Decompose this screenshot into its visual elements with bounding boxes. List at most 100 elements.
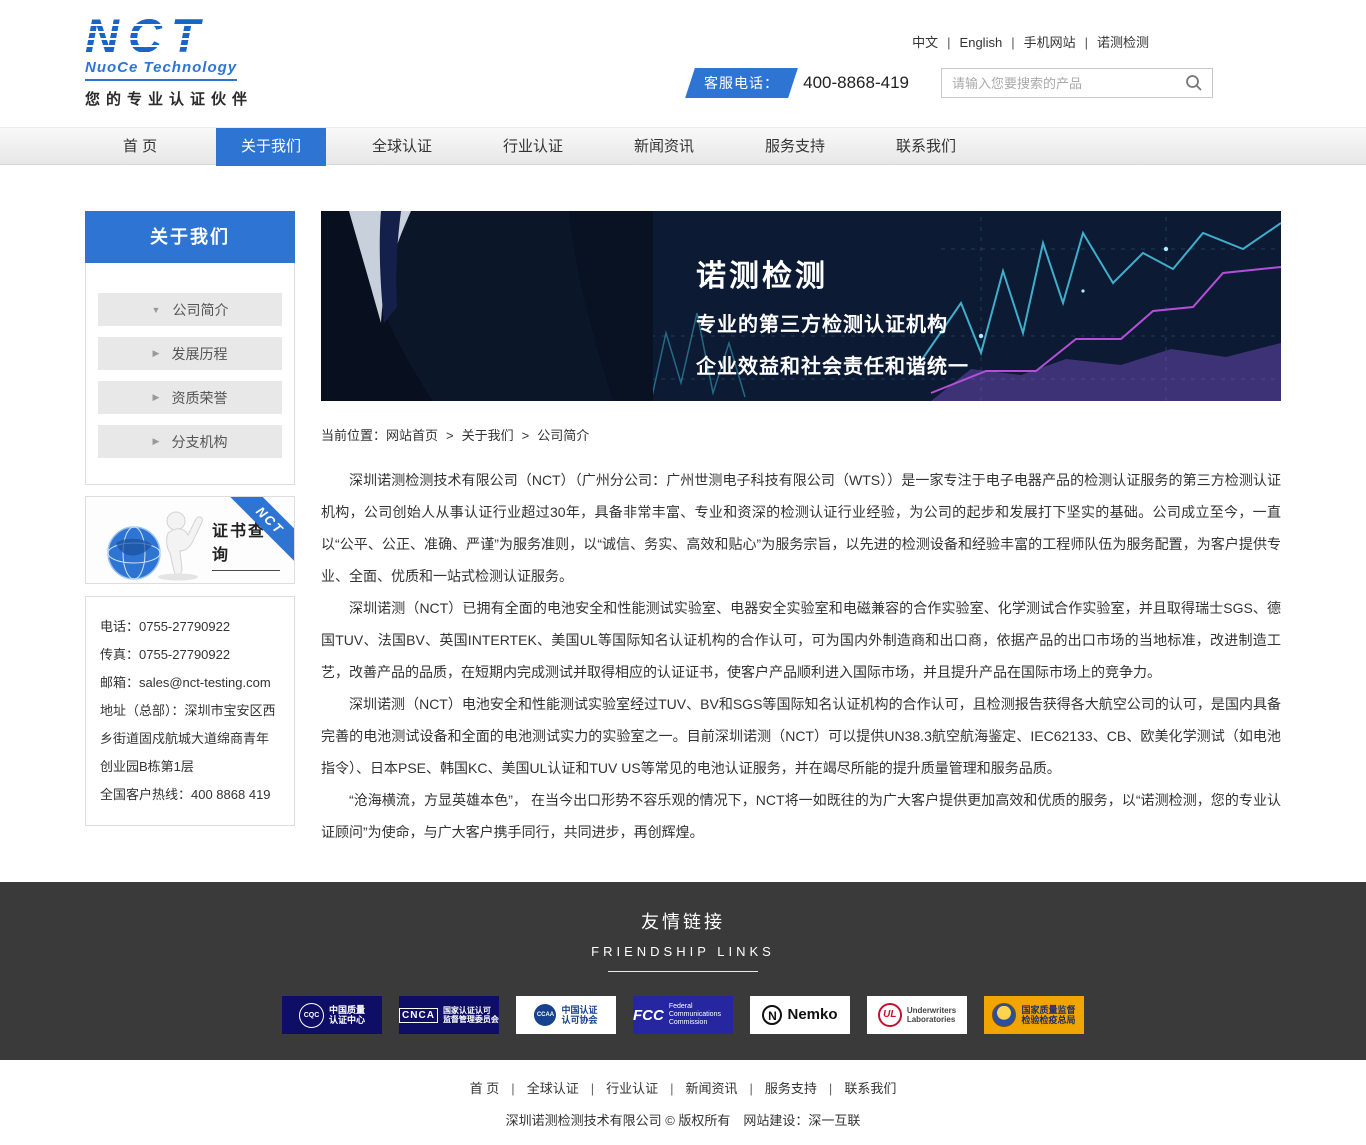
nav-item-global-certification[interactable]: 全球认证 <box>347 128 457 166</box>
logo-line: 中国质量 <box>329 1005 365 1015</box>
friendship-links-section: 友情链接 FRIENDSHIP LINKS CQC 中国质量认证中心 CNCA 国家认… <box>0 882 1366 1060</box>
logo-title: NCT <box>85 12 209 59</box>
sidebar-title: 关于我们 <box>85 211 295 263</box>
fcc-emblem-icon: FCC <box>633 1007 664 1024</box>
footer-link-news[interactable]: 新闻资讯 <box>686 1081 738 1096</box>
separator: | <box>511 1081 514 1096</box>
footer-link-contact-us[interactable]: 联系我们 <box>844 1081 896 1096</box>
logo-line: 国家质量监督 <box>1021 1005 1075 1015</box>
footer-logo-text: UnderwritersLaboratories <box>907 1006 956 1024</box>
footer-link-industry-certification[interactable]: 行业认证 <box>606 1081 658 1096</box>
sidebar-menu: ▼公司简介 ▶ 发展历程 ▶资质荣誉 ▶分支机构 <box>85 263 295 485</box>
article-body: 深圳诺测检测技术有限公司（NCT）（广州分公司：广州世测电子科技有限公司（WTS… <box>321 464 1281 848</box>
cqc-emblem-icon: CQC <box>299 1003 324 1028</box>
cnca-emblem-icon: CNCA <box>399 1008 438 1023</box>
separator: | <box>829 1081 832 1096</box>
certificate-query-box[interactable]: NCT 证书查询 <box>85 496 295 584</box>
breadcrumb-home[interactable]: 网站首页 <box>386 428 438 443</box>
logo-line: Underwriters <box>907 1006 956 1015</box>
article-paragraph: 深圳诺测（NCT）电池安全和性能测试实验室经过TUV、BV和SGS等国际知名认证… <box>321 688 1281 784</box>
friendship-subtitle: FRIENDSHIP LINKS <box>0 944 1366 959</box>
search-input[interactable] <box>942 76 1176 91</box>
breadcrumb-company-profile[interactable]: 公司简介 <box>537 428 589 443</box>
nav-item-home[interactable]: 首 页 <box>85 128 195 166</box>
logo-line: Nemko <box>787 1006 837 1023</box>
search-box <box>941 68 1213 98</box>
contact-info: 电话：0755-27790922传真：0755-27790922邮箱：sales… <box>85 596 295 826</box>
arrow-down-icon: ▼ <box>152 305 161 315</box>
logo-line: 认证中心 <box>329 1015 365 1025</box>
banner-subtitle-1: 专业的第三方检测认证机构 <box>696 308 969 337</box>
sidebar-item-label: 分支机构 <box>171 432 227 452</box>
sidebar-item-label: 发展历程 <box>171 344 227 364</box>
footer-logo-ccaa[interactable]: CCAA中国认证认可协会 <box>516 996 616 1034</box>
logo-line: 认可协会 <box>561 1015 597 1025</box>
footer-logo-text: Nemko <box>787 1006 837 1023</box>
main-content: 诺测检测 专业的第三方检测认证机构 企业效益和社会责任和谐统一 当前位置：网站首… <box>321 211 1281 848</box>
logo-line: 国家认证认可 <box>443 1006 499 1015</box>
search-icon <box>1185 74 1203 92</box>
footer-logo-cqc[interactable]: CQC 中国质量认证中心 <box>282 996 382 1034</box>
footer-logo-ul[interactable]: ULUnderwritersLaboratories <box>867 996 967 1034</box>
contact-line: 传真：0755-27790922 <box>100 641 280 669</box>
separator: | <box>591 1081 594 1096</box>
footer-link-service-support[interactable]: 服务支持 <box>765 1081 817 1096</box>
logo-line: 中国认证 <box>561 1005 597 1015</box>
footer-logo-text: FederalCommunications Commission <box>669 1003 733 1027</box>
about-banner: 诺测检测 专业的第三方检测认证机构 企业效益和社会责任和谐统一 <box>321 211 1281 401</box>
breadcrumb: 当前位置：网站首页>关于我们>公司简介 <box>321 425 1281 444</box>
top-link-english[interactable]: English <box>960 35 1003 50</box>
sidebar: 关于我们 ▼公司简介 ▶ 发展历程 ▶资质荣誉 ▶分支机构 NCT 证书查询 电话：07… <box>85 211 295 826</box>
sidebar-item-history[interactable]: ▶ 发展历程 <box>98 337 282 370</box>
nav-item-news[interactable]: 新闻资讯 <box>609 128 719 166</box>
logo-subtitle: NuoCe Technology <box>85 59 237 81</box>
footer-logo-aqsiq[interactable]: 国家质量监督检验检疫总局 <box>984 996 1084 1034</box>
logo-line: Communications Commission <box>669 1011 733 1027</box>
footer-bottom: 首 页 | 全球认证 | 行业认证 | 新闻资讯 | 服务支持 | 联系我们 深圳诺测检测技术有限公… <box>0 1060 1366 1145</box>
sidebar-item-honors[interactable]: ▶资质荣誉 <box>98 381 282 414</box>
top-link-chinese[interactable]: 中文 <box>912 35 938 50</box>
separator: | <box>750 1081 753 1096</box>
top-link-nct-testing[interactable]: 诺测检测 <box>1097 35 1149 50</box>
contact-line: 地址（总部）：深圳市宝安区西乡街道固戍航城大道绵商青年创业园B栋第1层 <box>100 697 280 781</box>
footer-logo-cnca[interactable]: CNCA 国家认证认可监督管理委员会 <box>399 996 499 1034</box>
footer-logo-fcc[interactable]: FCC FederalCommunications Commission <box>633 996 733 1034</box>
logo-line: Laboratories <box>907 1015 956 1024</box>
globe-figure-icon <box>92 507 210 581</box>
footer-link-home[interactable]: 首 页 <box>470 1081 500 1096</box>
footer-logo-text: 国家认证认可监督管理委员会 <box>443 1006 499 1024</box>
search-button[interactable] <box>1176 69 1212 97</box>
sidebar-item-branches[interactable]: ▶分支机构 <box>98 425 282 458</box>
footer-link-global-certification[interactable]: 全球认证 <box>527 1081 579 1096</box>
company-logo[interactable]: NCT NuoCe Technology 您的专业认证伙伴 <box>85 12 253 109</box>
nav-item-about[interactable]: 关于我们 <box>216 128 326 166</box>
footer-logo-nemko[interactable]: NNemko <box>750 996 850 1034</box>
sidebar-item-company-profile[interactable]: ▼公司简介 <box>98 293 282 326</box>
banner-subtitle-2: 企业效益和社会责任和谐统一 <box>696 350 969 379</box>
separator: | <box>670 1081 673 1096</box>
separator: | <box>1011 35 1014 50</box>
logo-tagline: 您的专业认证伙伴 <box>85 88 253 109</box>
separator: | <box>1085 35 1088 50</box>
logo-line: Federal <box>669 1003 733 1011</box>
breadcrumb-label: 当前位置： <box>321 428 386 443</box>
aqsiq-emblem-icon <box>992 1003 1016 1027</box>
site-header: NCT NuoCe Technology 您的专业认证伙伴 中文 | English… <box>0 0 1366 127</box>
sidebar-item-label: 资质荣誉 <box>171 388 227 408</box>
hotline-number: 400-8868-419 <box>803 73 909 93</box>
copyright: 深圳诺测检测技术有限公司 © 版权所有 网站建设：深一互联 <box>0 1110 1366 1129</box>
nav-item-contact-us[interactable]: 联系我们 <box>871 128 981 166</box>
nav-item-service-support[interactable]: 服务支持 <box>740 128 850 166</box>
contact-line: 邮箱：sales@nct-testing.com <box>100 669 280 697</box>
nav-item-industry-certification[interactable]: 行业认证 <box>478 128 588 166</box>
friendship-title: 友情链接 <box>0 908 1366 934</box>
article-paragraph: 深圳诺测（NCT）已拥有全面的电池安全和性能测试实验室、电器安全实验室和电磁兼容… <box>321 592 1281 688</box>
breadcrumb-about[interactable]: 关于我们 <box>462 428 514 443</box>
hotline-badge: 客服电话： <box>685 68 798 98</box>
arrow-right-icon: ▶ <box>153 348 160 359</box>
article-paragraph: 深圳诺测检测技术有限公司（NCT）（广州分公司：广州世测电子科技有限公司（WTS… <box>321 464 1281 592</box>
top-link-mobile-site[interactable]: 手机网站 <box>1024 35 1076 50</box>
footer-logo-text: 国家质量监督检验检疫总局 <box>1021 1005 1075 1026</box>
logo-line: 监督管理委员会 <box>443 1015 499 1024</box>
logo-line: 检验检疫总局 <box>1021 1015 1075 1025</box>
